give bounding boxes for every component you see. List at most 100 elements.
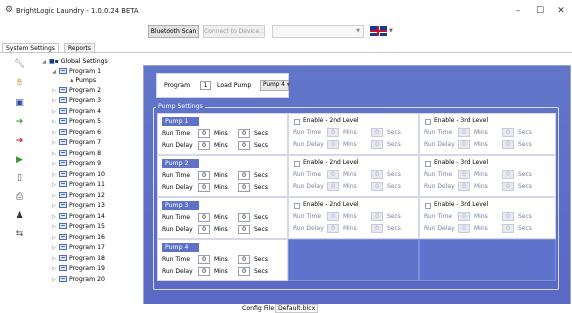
l3-run-delay-mins-field[interactable]: 0 bbox=[458, 140, 470, 149]
enable-l2-checkbox[interactable] bbox=[294, 203, 300, 209]
l2-run-time-secs-field[interactable]: 0 bbox=[371, 212, 383, 221]
run-time-mins-field[interactable]: 0 bbox=[198, 129, 210, 138]
tree-node-program-5[interactable]: ▷ Program 5 bbox=[52, 117, 101, 126]
run-delay-secs-field[interactable]: 0 bbox=[238, 267, 250, 276]
tree-node-program-10[interactable]: ▷ Program 10 bbox=[52, 170, 105, 179]
run-delay-mins-field[interactable]: 0 bbox=[198, 141, 210, 150]
tree-node-program-14[interactable]: ▷ Program 14 bbox=[52, 212, 105, 221]
save-icon[interactable]: ▣ bbox=[14, 98, 25, 109]
red-arrow-right-icon[interactable]: ➔ bbox=[14, 136, 25, 147]
mins-label: Mins bbox=[474, 171, 488, 178]
green-play-icon[interactable]: ▶ bbox=[14, 155, 25, 166]
maximize-button[interactable]: ☐ bbox=[530, 4, 550, 18]
hand-icon[interactable]: ✋︎ bbox=[14, 78, 25, 89]
pump-row: Pump 4 Run Time 0 Mins 0 Secs Run Delay 0 Mins 0 S… bbox=[157, 239, 557, 281]
tree-node-program-4[interactable]: ▷ Program 4 bbox=[52, 107, 101, 116]
l2-run-time-mins-field[interactable]: 0 bbox=[327, 128, 339, 137]
l2-run-delay-secs-field[interactable]: 0 bbox=[371, 140, 383, 149]
run-time-secs-field[interactable]: 0 bbox=[238, 171, 250, 180]
mins-label: Mins bbox=[474, 213, 488, 220]
program-number-field[interactable]: 1 bbox=[200, 81, 211, 90]
tree-node-pumps[interactable]: ⩓ Pumps bbox=[70, 76, 96, 85]
green-arrow-right-icon[interactable]: ➔ bbox=[14, 117, 25, 128]
enable-l3-checkbox[interactable] bbox=[425, 119, 431, 125]
program-icon bbox=[59, 234, 67, 240]
document-icon[interactable]: ▯ bbox=[14, 173, 25, 184]
l2-run-delay-mins-field[interactable]: 0 bbox=[327, 182, 339, 191]
close-button[interactable]: ✕ bbox=[551, 4, 571, 18]
program-icon bbox=[59, 150, 67, 156]
tree-node-program-8[interactable]: ▷ Program 8 bbox=[52, 149, 101, 158]
printer-icon[interactable]: ⎙ bbox=[14, 192, 25, 203]
l3-run-time-mins-field[interactable]: 0 bbox=[458, 128, 470, 137]
l3-run-time-secs-field[interactable]: 0 bbox=[502, 170, 514, 179]
run-delay-mins-field[interactable]: 0 bbox=[198, 183, 210, 192]
transfer-icon[interactable]: ⇆ bbox=[14, 229, 25, 240]
run-delay-secs-field[interactable]: 0 bbox=[238, 225, 250, 234]
enable-l2-checkbox[interactable] bbox=[294, 161, 300, 167]
l3-run-delay-secs-field[interactable]: 0 bbox=[502, 182, 514, 191]
run-time-secs-field[interactable]: 0 bbox=[238, 213, 250, 222]
program-icon bbox=[59, 129, 67, 135]
tree-node-program-11[interactable]: ▷ Program 11 bbox=[52, 180, 105, 189]
tree-node-program-19[interactable]: ▷ Program 19 bbox=[52, 264, 105, 273]
wrench-icon[interactable]: 🔧︎ bbox=[14, 59, 25, 70]
program-icon bbox=[59, 223, 67, 229]
run-delay-mins-field[interactable]: 0 bbox=[198, 225, 210, 234]
tree-node-program-2[interactable]: ▷ Program 2 bbox=[52, 86, 101, 95]
l2-run-delay-mins-field[interactable]: 0 bbox=[327, 224, 339, 233]
run-time-secs-field[interactable]: 0 bbox=[238, 129, 250, 138]
enable-l2-checkbox[interactable] bbox=[294, 119, 300, 125]
tree-node-program-13[interactable]: ▷ Program 13 bbox=[52, 201, 105, 210]
tree-node-global-settings[interactable]: ◢ ■▪ Global Settings bbox=[42, 57, 108, 66]
run-delay-secs-field[interactable]: 0 bbox=[238, 183, 250, 192]
tree-node-program-15[interactable]: ▷ Program 15 bbox=[52, 222, 105, 231]
l2-run-time-secs-field[interactable]: 0 bbox=[371, 128, 383, 137]
run-time-mins-field[interactable]: 0 bbox=[198, 171, 210, 180]
tree-node-program-16[interactable]: ▷ Program 16 bbox=[52, 233, 105, 242]
device-combo[interactable]: ▼ bbox=[272, 25, 364, 38]
l3-run-delay-secs-field[interactable]: 0 bbox=[502, 140, 514, 149]
l3-run-time-secs-field[interactable]: 0 bbox=[502, 212, 514, 221]
chevron-down-icon[interactable]: ▼ bbox=[389, 26, 393, 36]
tree-node-program-9[interactable]: ▷ Program 9 bbox=[52, 159, 101, 168]
mins-label: Mins bbox=[214, 130, 228, 137]
tree-node-program-1[interactable]: ◢ Program 1 bbox=[52, 67, 101, 76]
l3-run-time-secs-field[interactable]: 0 bbox=[502, 128, 514, 137]
connect-button[interactable]: Connect to Device... bbox=[203, 25, 265, 38]
program-icon bbox=[59, 276, 67, 282]
enable-l3-checkbox[interactable] bbox=[425, 161, 431, 167]
l2-run-delay-secs-field[interactable]: 0 bbox=[371, 224, 383, 233]
program-icon bbox=[59, 160, 67, 166]
enable-l3-checkbox[interactable] bbox=[425, 203, 431, 209]
run-delay-mins-field[interactable]: 0 bbox=[198, 267, 210, 276]
l3-run-delay-mins-field[interactable]: 0 bbox=[458, 224, 470, 233]
l2-run-time-mins-field[interactable]: 0 bbox=[327, 170, 339, 179]
l3-run-delay-mins-field[interactable]: 0 bbox=[458, 182, 470, 191]
tree-node-program-18[interactable]: ▷ Program 18 bbox=[52, 254, 105, 263]
run-delay-secs-field[interactable]: 0 bbox=[238, 141, 250, 150]
minimize-button[interactable]: – bbox=[508, 4, 528, 18]
tree-node-program-17[interactable]: ▷ Program 17 bbox=[52, 243, 105, 252]
run-time-mins-field[interactable]: 0 bbox=[198, 213, 210, 222]
l2-run-delay-secs-field[interactable]: 0 bbox=[371, 182, 383, 191]
l2-run-delay-mins-field[interactable]: 0 bbox=[327, 140, 339, 149]
tree-node-program-12[interactable]: ▷ Program 12 bbox=[52, 191, 105, 200]
bluetooth-scan-button[interactable]: Bluetooth Scan bbox=[148, 25, 199, 38]
tree-node-program-7[interactable]: ▷ Program 7 bbox=[52, 138, 101, 147]
l3-run-time-mins-field[interactable]: 0 bbox=[458, 170, 470, 179]
user-icon[interactable]: ♟ bbox=[14, 211, 25, 222]
load-pump-select[interactable]: Pump 4 ▼ bbox=[260, 80, 290, 91]
l3-run-delay-secs-field[interactable]: 0 bbox=[502, 224, 514, 233]
run-time-mins-field[interactable]: 0 bbox=[198, 255, 210, 264]
run-time-secs-field[interactable]: 0 bbox=[238, 255, 250, 264]
level-cell-l2: Enable - 2nd Level Run Time 0 Mins 0 Secs Run … bbox=[288, 155, 419, 197]
l2-run-time-mins-field[interactable]: 0 bbox=[327, 212, 339, 221]
tree-node-program-6[interactable]: ▷ Program 6 bbox=[52, 128, 101, 137]
tree-node-program-20[interactable]: ▷ Program 20 bbox=[52, 275, 105, 284]
tree-node-program-3[interactable]: ▷ Program 3 bbox=[52, 96, 101, 105]
l3-run-time-mins-field[interactable]: 0 bbox=[458, 212, 470, 221]
window-title: BrightLogic Laundry - 1.0.0.24 BETA bbox=[16, 7, 139, 15]
l2-run-time-secs-field[interactable]: 0 bbox=[371, 170, 383, 179]
uk-flag-icon[interactable] bbox=[370, 26, 387, 36]
